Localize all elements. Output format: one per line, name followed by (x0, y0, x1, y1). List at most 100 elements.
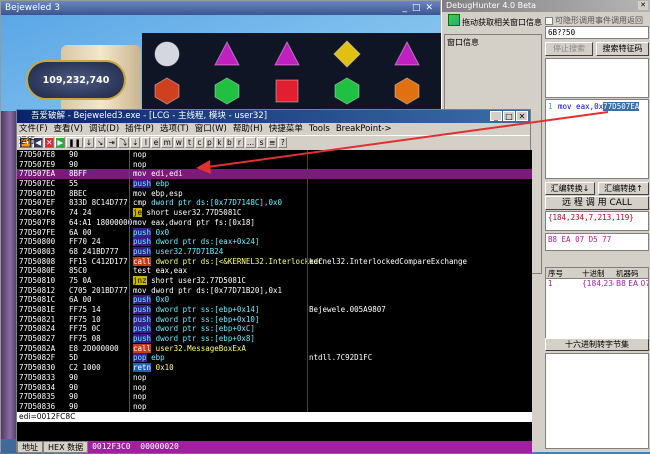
dump-pane[interactable] (17, 422, 532, 441)
checkbox-icon[interactable] (545, 17, 553, 25)
close-icon[interactable]: ✕ (516, 111, 528, 121)
row-address: 77D507EF (19, 198, 55, 208)
gem[interactable] (152, 76, 182, 106)
disasm-row[interactable]: 77D507EF833D 8C14D777cmp dword ptr ds:[0… (17, 198, 532, 208)
gem[interactable] (332, 76, 362, 106)
gem[interactable] (392, 76, 422, 106)
gem[interactable] (272, 76, 302, 106)
minimize-icon[interactable]: _ (490, 111, 502, 121)
maximize-icon[interactable]: □ (503, 111, 515, 121)
menu-item[interactable]: 窗口(W) (195, 123, 227, 135)
disasm-row[interactable]: 77D50824FF75 0Cpush dword ptr ss:[ebp+0x… (17, 324, 532, 334)
disassembly-pane[interactable]: 77D507E890nop 77D507E990nop 77D507EA8BFF… (17, 150, 532, 412)
row-hex: FF75 10 (69, 315, 101, 325)
disasm-row[interactable]: 77D507E890nop (17, 150, 532, 160)
menu-item[interactable]: 调试(D) (89, 123, 119, 135)
toolbar-button[interactable]: e (151, 137, 160, 148)
menu-item[interactable]: 插件(P) (125, 123, 154, 135)
toolbar-button[interactable]: m (161, 137, 172, 148)
byte-array-decimal[interactable]: {184,234,7,213,119} (545, 211, 649, 231)
toolbar-button[interactable]: ✕ (44, 137, 54, 148)
stop-search-button[interactable]: 停止搜索 (545, 42, 593, 56)
tab-address[interactable]: 地址 (17, 441, 43, 453)
signature-input[interactable]: 6B??50 (545, 26, 649, 39)
disasm-row[interactable]: 77D507FE6A 00push 0x0 (17, 228, 532, 238)
gem[interactable] (152, 39, 182, 69)
asm-editor[interactable]: 1 mov eax,0x77D507EA (545, 99, 649, 179)
asm-convert-down-button[interactable]: 汇编转换↓ (545, 182, 595, 195)
disasm-row[interactable]: 77D5082AE8 2D000000call user32.MessageBo… (17, 344, 532, 354)
option-hidden-call[interactable]: 可隐形调用事件调用返回 (545, 15, 643, 26)
disasm-row[interactable]: 77D5083390nop (17, 373, 532, 383)
disasm-row[interactable]: 77D5080368 241BD777push user32.77D71B24 (17, 247, 532, 257)
gem[interactable] (212, 76, 242, 106)
toolbar-button[interactable]: p (205, 137, 214, 148)
disasm-row[interactable]: 77D507EC55push ebp (17, 179, 532, 189)
toolbar-button[interactable]: ⇥ (106, 137, 116, 148)
disasm-row[interactable]: 77D5082F5Dpop ebpntdll.7C92D1FC (17, 353, 532, 363)
search-signature-button[interactable]: 搜索特征码 (596, 42, 649, 56)
toolbar-button[interactable]: k (215, 137, 224, 148)
disasm-row[interactable]: 77D50800FF70 24push dword ptr ds:[eax+0x… (17, 237, 532, 247)
disasm-row[interactable]: 77D5081075 0Ajnz short user32.77D5081C (17, 276, 532, 286)
disasm-row[interactable]: 77D5080E85C0test eax,eax (17, 266, 532, 276)
toolbar-button[interactable]: r (235, 137, 244, 148)
menu-item[interactable]: 文件(F) (19, 123, 48, 135)
menu-item[interactable]: 选项(T) (160, 123, 189, 135)
menu-item[interactable]: BreakPoint-> (336, 123, 392, 135)
toolbar-button[interactable]: ... (245, 137, 256, 148)
menu-item[interactable]: Tools (309, 123, 330, 135)
toolbar-button[interactable]: l (141, 137, 150, 148)
toolbar-button[interactable]: ⇣ (130, 137, 140, 148)
toolbar-button[interactable]: b (225, 137, 234, 148)
tab-hex-data[interactable]: HEX 数据 (43, 441, 88, 453)
toolbar-button[interactable]: ↓ (84, 137, 94, 148)
close-icon[interactable]: ✕ (638, 1, 648, 10)
remote-call-button[interactable]: 远 程 调 用 CALL (545, 196, 649, 210)
disasm-row[interactable]: 77D507F674 24je short user32.77D5081C (17, 208, 532, 218)
menu-item[interactable]: 查看(V) (54, 123, 83, 135)
drag-target-icon[interactable] (448, 14, 460, 26)
hex-to-bytes-button[interactable]: 十六进制转字节集 (545, 338, 649, 351)
table-row[interactable]: 1 {184,234... B8 EA 07... (546, 279, 648, 289)
disasm-row[interactable]: 77D507ED8BECmov ebp,esp (17, 189, 532, 199)
window-controls[interactable]: _□✕ (402, 1, 440, 15)
menu-item[interactable]: 快捷菜单 (269, 123, 303, 135)
toolbar-button[interactable]: c (195, 137, 204, 148)
disasm-row[interactable]: 77D50821FF75 10push dword ptr ss:[ebp+0x… (17, 315, 532, 325)
toolbar-button[interactable]: t (185, 137, 194, 148)
gem[interactable] (272, 39, 302, 69)
toolbar-button[interactable]: ⤵ (118, 137, 130, 148)
gem[interactable] (212, 39, 242, 69)
byte-array-hex[interactable]: B8 EA 07 D5 77 (545, 233, 649, 251)
output-box[interactable] (545, 58, 649, 98)
toolbar-button[interactable]: s (257, 137, 266, 148)
menu-item[interactable]: 帮助(H) (233, 123, 263, 135)
gem[interactable] (332, 39, 362, 69)
disasm-row[interactable]: 77D50812C705 201BD777mov dword ptr ds:[0… (17, 286, 532, 296)
disasm-row[interactable]: 77D507EA8BFFmov edi,edi (17, 169, 532, 179)
toolbar-button[interactable]: ▶ (55, 137, 65, 148)
toolbar-button[interactable]: ? (278, 137, 287, 148)
toolbar-button[interactable]: ≡ (267, 137, 277, 148)
toolbar-button[interactable]: ↘ (95, 137, 105, 148)
result-table[interactable]: 序号 十进制 机器码 1 {184,234... B8 EA 07... (545, 267, 649, 342)
row-address: 77D50830 (19, 363, 55, 373)
disasm-row[interactable]: 77D50827FF75 08push dword ptr ss:[ebp+0x… (17, 334, 532, 344)
gem[interactable] (392, 39, 422, 69)
disasm-row[interactable]: 77D5083590nop (17, 392, 532, 402)
disasm-row[interactable]: 77D5083690nop (17, 402, 532, 412)
disasm-row[interactable]: 77D50830C2 1000retn 0x10 (17, 363, 532, 373)
mnemonic: test (133, 266, 151, 275)
disasm-row[interactable]: 77D5083490nop (17, 383, 532, 393)
disasm-row[interactable]: 77D50808FF15 C412D177call dword ptr ds:[… (17, 257, 532, 267)
disasm-row[interactable]: 77D507E990nop (17, 160, 532, 170)
output-area[interactable] (545, 353, 649, 449)
disasm-row[interactable]: 77D507F864:A1 18000000mov eax,dword ptr … (17, 218, 532, 228)
mnemonic: nop (133, 392, 147, 401)
asm-convert-up-button[interactable]: 汇编转换↑ (598, 182, 649, 195)
disasm-row[interactable]: 77D5081C6A 00push 0x0 (17, 295, 532, 305)
disasm-row[interactable]: 77D5081EFF75 14push dword ptr ss:[ebp+0x… (17, 305, 532, 315)
toolbar-button[interactable]: w (174, 137, 184, 148)
toolbar-button[interactable]: ❚❚ (66, 137, 83, 148)
